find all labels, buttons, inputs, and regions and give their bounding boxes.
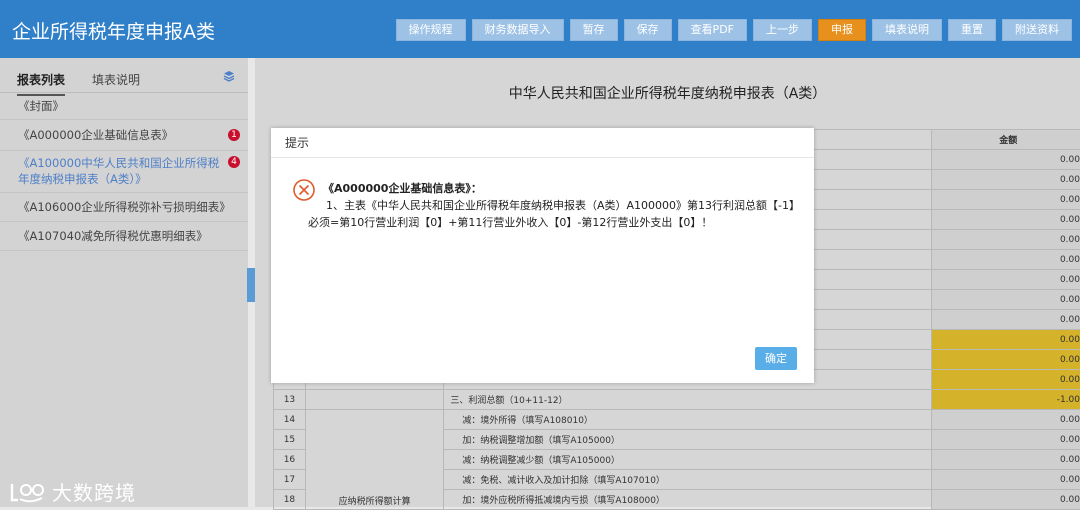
- amount-column-header: 金额: [932, 130, 1080, 150]
- row-number: 15: [274, 430, 306, 450]
- row-item: 减：境外所得（填写A108010）: [444, 410, 932, 430]
- row-number: 14: [274, 410, 306, 430]
- table-row: 13 三、利润总额（10+11-12）-1.00: [274, 390, 1080, 410]
- attachments-button[interactable]: 附送资料: [1002, 19, 1072, 41]
- list-item-label: 《A000000企业基础信息表》: [18, 120, 230, 150]
- row-number: 17: [274, 470, 306, 490]
- message-body: 1、主表《中华人民共和国企业所得税年度纳税申报表（A类）A100000》第13行…: [308, 197, 803, 231]
- table-row: 14应纳税所得额计算减：境外所得（填写A108010）0.00: [274, 410, 1080, 430]
- app-header: 企业所得税年度申报A类 操作规程 财务数据导入 暂存 保存 查看PDF 上一步 …: [0, 0, 1080, 58]
- form-title: 中华人民共和国企业所得税年度纳税申报表（A类）: [255, 83, 1080, 103]
- list-item-label: 《A107040减免所得税优惠明细表》: [18, 222, 230, 250]
- list-item-label: 《A106000企业所得税弥补亏损明细表》: [18, 193, 230, 221]
- brand-logo-icon: [8, 480, 48, 504]
- procedure-button[interactable]: 操作规程: [396, 19, 466, 41]
- row-item: 减：免税、减计收入及加计扣除（填写A107010）: [444, 470, 932, 490]
- amount-cell[interactable]: 0.00: [932, 270, 1080, 290]
- app-title: 企业所得税年度申报A类: [12, 17, 215, 44]
- layers-icon[interactable]: [223, 70, 235, 82]
- amount-cell[interactable]: 0.00: [932, 250, 1080, 270]
- amount-cell[interactable]: 0.00: [932, 470, 1080, 490]
- amount-cell[interactable]: 0.00: [932, 190, 1080, 210]
- amount-cell[interactable]: 0.00: [932, 330, 1080, 350]
- declare-button[interactable]: 申报: [818, 19, 866, 41]
- temp-save-button[interactable]: 暂存: [570, 19, 618, 41]
- list-item-a100000[interactable]: 《A100000中华人民共和国企业所得税年度纳税申报表（A类）》 4: [0, 151, 248, 193]
- error-count-badge: 4: [228, 156, 240, 168]
- toolbar: 操作规程 财务数据导入 暂存 保存 查看PDF 上一步 申报 填表说明 重置 附…: [390, 19, 1072, 41]
- message-title: 《A000000企业基础信息表》：: [323, 180, 803, 197]
- amount-cell[interactable]: 0.00: [932, 370, 1080, 390]
- amount-cell[interactable]: 0.00: [932, 210, 1080, 230]
- watermark: 大数跨境: [8, 477, 136, 506]
- row-number: 13: [274, 390, 306, 410]
- amount-cell[interactable]: 0.00: [932, 150, 1080, 170]
- amount-cell[interactable]: 0.00: [932, 310, 1080, 330]
- import-financial-data-button[interactable]: 财务数据导入: [472, 19, 564, 41]
- list-item-label: 《A100000中华人民共和国企业所得税年度纳税申报表（A类）》: [18, 155, 230, 187]
- sidebar: 报表列表 填表说明 《封面》 《A000000企业基础信息表》 1 《A1000…: [0, 58, 248, 507]
- confirm-button[interactable]: 确定: [755, 347, 797, 370]
- reset-button[interactable]: 重置: [948, 19, 996, 41]
- amount-cell[interactable]: 0.00: [932, 290, 1080, 310]
- amount-cell[interactable]: 0.00: [932, 230, 1080, 250]
- dialog-title: 提示: [271, 128, 814, 158]
- sidebar-collapse-handle[interactable]: [247, 268, 255, 302]
- error-count-badge: 1: [228, 129, 240, 141]
- amount-cell[interactable]: -1.00: [932, 390, 1080, 410]
- dialog-message: 《A000000企业基础信息表》： 1、主表《中华人民共和国企业所得税年度纳税申…: [323, 180, 803, 231]
- list-item-a106000[interactable]: 《A106000企业所得税弥补亏损明细表》: [0, 193, 248, 222]
- fill-instructions-button[interactable]: 填表说明: [872, 19, 942, 41]
- list-item-label: 《封面》: [18, 93, 230, 119]
- alert-dialog: 提示 《A000000企业基础信息表》： 1、主表《中华人民共和国企业所得税年度…: [271, 128, 814, 383]
- list-item-a000000[interactable]: 《A000000企业基础信息表》 1: [0, 120, 248, 151]
- amount-cell[interactable]: 0.00: [932, 170, 1080, 190]
- row-item: 三、利润总额（10+11-12）: [444, 390, 932, 410]
- row-item: 加：纳税调整增加额（填写A105000）: [444, 430, 932, 450]
- row-item: 减：纳税调整减少额（填写A105000）: [444, 450, 932, 470]
- amount-cell[interactable]: 0.00: [932, 450, 1080, 470]
- list-item-cover[interactable]: 《封面》: [0, 93, 248, 120]
- sidebar-tabs: 报表列表 填表说明: [0, 58, 248, 93]
- watermark-text: 大数跨境: [52, 477, 136, 506]
- list-item-a107040[interactable]: 《A107040减免所得税优惠明细表》: [0, 222, 248, 251]
- tab-fill-instructions[interactable]: 填表说明: [92, 71, 140, 88]
- row-number: 16: [274, 450, 306, 470]
- category-label: 应纳税所得额计算: [305, 410, 444, 510]
- amount-cell[interactable]: 0.00: [932, 430, 1080, 450]
- save-button[interactable]: 保存: [624, 19, 672, 41]
- amount-cell[interactable]: 0.00: [932, 350, 1080, 370]
- amount-cell[interactable]: 0.00: [932, 410, 1080, 430]
- view-pdf-button[interactable]: 查看PDF: [678, 19, 747, 41]
- previous-step-button[interactable]: 上一步: [753, 19, 812, 41]
